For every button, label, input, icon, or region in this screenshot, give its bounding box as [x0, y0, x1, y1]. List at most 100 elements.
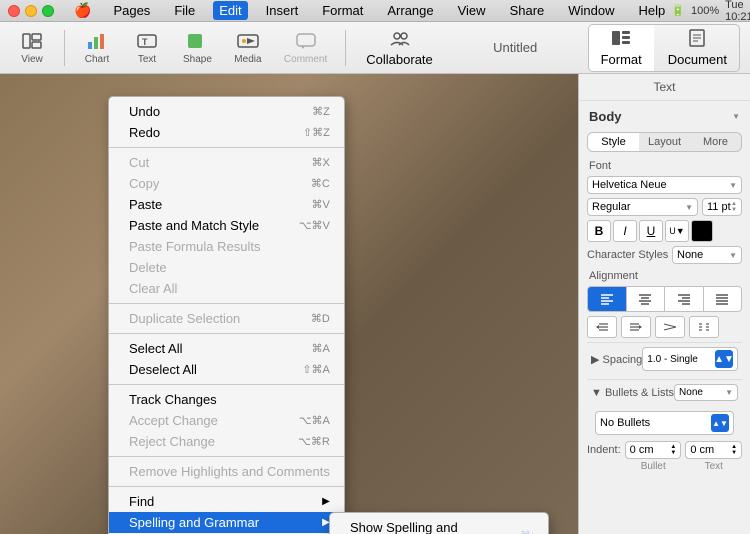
column-button[interactable] [689, 316, 719, 338]
toolbar-sep-2 [345, 30, 346, 66]
comment-button[interactable]: Comment [276, 26, 335, 69]
tab-layout[interactable]: Layout [639, 133, 690, 151]
tab-style[interactable]: Style [588, 133, 639, 151]
text-button[interactable]: T Text [125, 26, 169, 69]
menu-undo[interactable]: Undo ⌘Z [109, 101, 344, 122]
font-label: Font [579, 156, 750, 174]
shape-button[interactable]: Shape [175, 26, 220, 69]
toolbar-sep-1 [64, 30, 65, 66]
menu-delete[interactable]: Delete [109, 257, 344, 278]
menu-select-all[interactable]: Select All ⌘A [109, 338, 344, 359]
spacing-select[interactable]: 1.0 - Single ▲▼ [642, 347, 738, 371]
traffic-lights [8, 5, 54, 17]
menu-copy[interactable]: Copy ⌘C [109, 173, 344, 194]
edit-menu: Undo ⌘Z Redo ⇧⌘Z Cut ⌘X Copy ⌘C Paste [108, 96, 345, 534]
line-spacing-button[interactable] [655, 316, 685, 338]
document-canvas[interactable]: Undo ⌘Z Redo ⇧⌘Z Cut ⌘X Copy ⌘C Paste [0, 74, 578, 534]
apple-menu[interactable]: 🍎 [74, 2, 91, 19]
menu-find[interactable]: Find ▶ [109, 491, 344, 512]
menu-paste-match[interactable]: Paste and Match Style ⌥⌘V [109, 215, 344, 236]
spelling-submenu: Show Spelling and Grammar ⌘: Check Docum… [329, 512, 549, 534]
menu-accept-change[interactable]: Accept Change ⌥⌘A [109, 410, 344, 431]
font-select[interactable]: Helvetica Neue ▼ [587, 176, 742, 194]
menu-clear-all[interactable]: Clear All [109, 278, 344, 299]
view-button[interactable]: View [10, 26, 54, 69]
clock: Tue 10:21 [725, 0, 750, 23]
menu-insert[interactable]: Insert [260, 1, 305, 20]
edit-menu-dropdown: Undo ⌘Z Redo ⇧⌘Z Cut ⌘X Copy ⌘C Paste [108, 96, 345, 534]
align-center-button[interactable] [627, 287, 666, 311]
text-style-button[interactable]: U▼ [665, 220, 689, 242]
menu-spelling[interactable]: Spelling and Grammar ▶ Show Spelling and… [109, 512, 344, 533]
align-left-button[interactable] [588, 287, 627, 311]
toolbar: View Chart T Text [0, 22, 750, 74]
color-swatch[interactable] [691, 220, 713, 242]
menu-format[interactable]: Format [316, 1, 369, 20]
menu-track-changes[interactable]: Track Changes [109, 389, 344, 410]
menu-share[interactable]: Share [504, 1, 551, 20]
menu-window[interactable]: Window [562, 1, 620, 20]
no-bullets-blue-btn[interactable]: ▲▼ [711, 414, 729, 432]
svg-text:T: T [142, 37, 148, 47]
font-chevron: ▼ [729, 181, 737, 190]
menu-remove-highlights[interactable]: Remove Highlights and Comments [109, 461, 344, 482]
tab-more[interactable]: More [690, 133, 741, 151]
indent-bullet-stepper[interactable]: ▲▼ [670, 444, 676, 456]
italic-button[interactable]: I [613, 220, 637, 242]
char-styles-row: Character Styles None ▼ [587, 246, 742, 264]
bullets-select[interactable]: None ▼ [674, 384, 738, 401]
bold-button[interactable]: B [587, 220, 611, 242]
menu-paste[interactable]: Paste ⌘V [109, 194, 344, 215]
format-panel-icon [611, 29, 631, 50]
collaborate-button[interactable]: Collaborate [356, 25, 443, 71]
indent-increase-button[interactable] [621, 316, 651, 338]
underline-button[interactable]: U [639, 220, 663, 242]
maximize-button[interactable] [42, 5, 54, 17]
indent-bullet-field[interactable]: 0 cm ▲▼ [625, 441, 682, 459]
menu-pages[interactable]: Pages [107, 1, 156, 20]
indent-row: Indent: 0 cm ▲▼ 0 cm ▲▼ [587, 441, 742, 459]
shape-label: Shape [183, 54, 212, 65]
no-bullets-select[interactable]: No Bullets ▲▼ [595, 411, 734, 435]
alignment-label: Alignment [579, 266, 750, 284]
find-arrow: ▶ [322, 496, 330, 507]
indent-decrease-button[interactable] [587, 316, 617, 338]
menubar-left: 🍎 Pages File Edit Insert Format Arrange … [8, 1, 671, 20]
menu-view[interactable]: View [452, 1, 492, 20]
menu-paste-formula[interactable]: Paste Formula Results [109, 236, 344, 257]
bullets-triangle: ▼ Bullets & Lists [591, 387, 674, 399]
chart-button[interactable]: Chart [75, 26, 119, 69]
style-select[interactable]: Regular ▼ [587, 198, 698, 216]
menu-arrange[interactable]: Arrange [381, 1, 439, 20]
menu-help[interactable]: Help [633, 1, 672, 20]
menu-duplicate[interactable]: Duplicate Selection ⌘D [109, 308, 344, 329]
char-styles-select[interactable]: None ▼ [672, 246, 742, 264]
menu-file[interactable]: File [168, 1, 201, 20]
indent-text-stepper[interactable]: ▲▼ [731, 444, 737, 456]
spacing-blue-btn[interactable]: ▲▼ [715, 350, 733, 368]
media-button[interactable]: Media [226, 26, 270, 69]
close-button[interactable] [8, 5, 20, 17]
shape-icon [186, 30, 208, 52]
chart-label: Chart [85, 54, 109, 65]
minimize-button[interactable] [25, 5, 37, 17]
document-title: Untitled [493, 40, 537, 55]
menu-cut[interactable]: Cut ⌘X [109, 152, 344, 173]
bullets-chevron: ▼ [725, 388, 733, 397]
document-button[interactable]: Document [656, 25, 739, 71]
menu-reject-change[interactable]: Reject Change ⌥⌘R [109, 431, 344, 452]
spacing-row: ▶ Spacing 1.0 - Single ▲▼ [587, 342, 742, 375]
align-right-button[interactable] [665, 287, 704, 311]
menu-edit[interactable]: Edit [213, 1, 247, 20]
submenu-show-spelling[interactable]: Show Spelling and Grammar ⌘: [330, 517, 548, 534]
format-button[interactable]: Format [589, 25, 654, 71]
size-chevron: ▲ ▼ [731, 201, 737, 213]
media-icon [237, 30, 259, 52]
size-down[interactable]: ▼ [731, 207, 737, 213]
indent-text-field[interactable]: 0 cm ▲▼ [685, 441, 742, 459]
sep [109, 147, 344, 148]
align-justify-button[interactable] [704, 287, 742, 311]
menu-deselect-all[interactable]: Deselect All ⇧⌘A [109, 359, 344, 380]
menu-redo[interactable]: Redo ⇧⌘Z [109, 122, 344, 143]
font-size-stepper[interactable]: 11 pt ▲ ▼ [702, 198, 742, 216]
